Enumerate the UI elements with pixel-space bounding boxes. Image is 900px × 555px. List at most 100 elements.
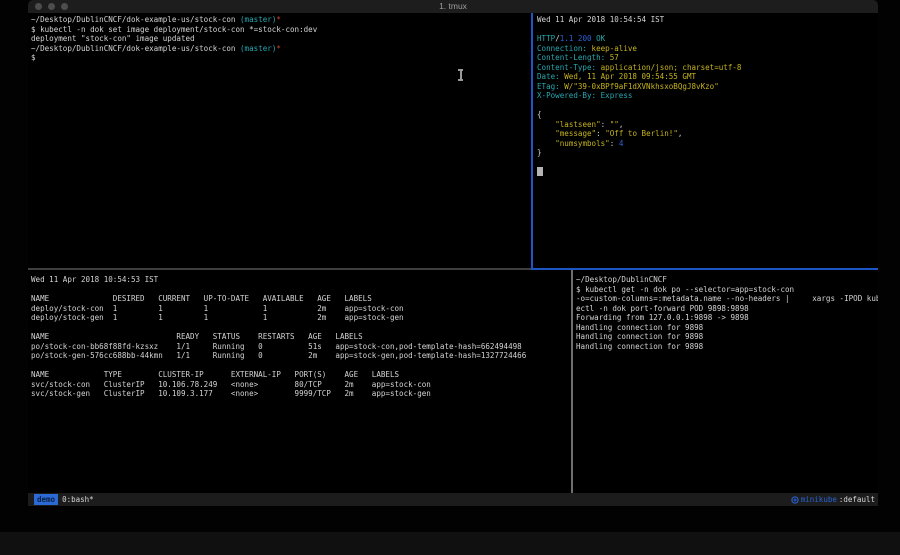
window-title: 1. tmux [28,1,878,11]
terminal-line: Content-Type: application/json; charset=… [537,63,878,73]
status-bar-left: demo 0:bash* [34,493,94,506]
terminal-text-segment: po/stock-gen-576cc688bb-44kmn 1/1 Runnin… [31,351,526,360]
terminal-text-segment: "lastseen" [555,120,600,129]
kube-context-label: minikube [801,493,837,506]
terminal-text-segment: Content-Length: [537,53,605,62]
terminal-line: Wed 11 Apr 2018 10:54:53 IST [31,275,574,285]
terminal-line: "message": "Off to Berlin!", [537,129,878,139]
window-titlebar[interactable]: 1. tmux [28,0,878,14]
terminal-line: Handling connection for 9898 [576,342,878,352]
terminal-line: } [537,148,878,158]
terminal-text-segment: : [596,129,605,138]
terminal-text-segment: "numsymbols" [555,139,610,148]
tmux-status-bar: demo 0:bash* minikube:default [28,493,878,506]
terminal-line: ~/Desktop/DublinCNCF/dok-example-us/stoc… [31,15,534,25]
terminal-text-segment: "" [610,120,619,129]
terminal-line [537,25,878,35]
terminal-line: Connection: keep-alive [537,44,878,54]
terminal-text-segment: * [276,15,281,24]
pane-kubectl-get-tables[interactable]: Wed 11 Apr 2018 10:54:53 IST NAME DESIRE… [28,270,574,498]
terminal-text-segment: ectl -n dok port-forward POD 9898:9898 [576,304,749,313]
terminal-line: $ kubectl -n dok set image deployment/st… [31,25,534,35]
terminal-text-segment: po/stock-con-bb68f88fd-kzsxz 1/1 Running… [31,342,522,351]
terminal-line: Wed 11 Apr 2018 10:54:54 IST [537,15,878,25]
terminal-text-segment [537,120,555,129]
terminal-text-segment: 4 [619,139,624,148]
pane-shell-kubectl-set-image[interactable]: ~/Desktop/DublinCNCF/dok-example-us/stoc… [28,13,534,270]
terminal-text-segment [537,139,555,148]
window-list-item[interactable]: 0:bash* [62,493,94,506]
terminal-text-segment: } [537,148,542,157]
session-name-badge[interactable]: demo [34,494,58,505]
terminal-line: { [537,110,878,120]
desktop-dock-area [0,532,900,555]
terminal-text-segment: ~/Desktop/DublinCNCF [576,275,667,284]
terminal-text-segment: $ [31,53,36,62]
terminal-text-segment: svc/stock-con ClusterIP 10.106.78.249 <n… [31,380,431,389]
terminal-line: deployment "stock-con" image updated [31,34,534,44]
terminal-line [537,167,878,177]
terminal-line: Content-Length: 57 [537,53,878,63]
terminal-line [31,323,574,333]
terminal-text-segment: , [619,120,624,129]
terminal-text-segment: $ kubectl get -n dok po --selector=app=s… [576,285,794,294]
terminal-line: deploy/stock-gen 1 1 1 1 2m app=stock-ge… [31,313,574,323]
terminal-line: "lastseen": "", [537,120,878,130]
terminal-text-segment: Handling connection for 9898 [576,323,703,332]
terminal-line: X-Powered-By: Express [537,91,878,101]
kubernetes-wheel-icon [791,496,799,504]
terminal-text-segment: Forwarding from 127.0.0.1:9898 -> 9898 [576,313,749,322]
terminal-line [31,285,574,295]
terminal-line [537,101,878,111]
terminal-line: ETag: W/"39-0xBPf9aF1dXVNkhsxoBQgJ8vKzo" [537,82,878,92]
terminal-line: ~/Desktop/DublinCNCF/dok-example-us/stoc… [31,44,534,54]
terminal-text-segment: NAME READY STATUS RESTARTS AGE LABELS [31,332,363,341]
terminal-text-segment: svc/stock-gen ClusterIP 10.109.3.177 <no… [31,389,431,398]
terminal-line: $ [31,53,534,63]
terminal-text-segment: application/json; charset=utf-8 [596,63,741,72]
terminal-text-segment: 57 [605,53,619,62]
terminal-text-segment: "message" [555,129,596,138]
terminal-text-segment: (master) [240,15,276,24]
terminal-text-segment: deploy/stock-con 1 1 1 1 2m app=stock-co… [31,304,404,313]
terminal-line: "numsymbols": 4 [537,139,878,149]
terminal-text-segment: NAME TYPE CLUSTER-IP EXTERNAL-IP PORT(S)… [31,370,399,379]
terminal-line: Date: Wed, 11 Apr 2018 09:54:55 GMT [537,72,878,82]
block-text-cursor [537,167,543,176]
kube-namespace-label: :default [839,493,875,506]
terminal-window: 1. tmux ~/Desktop/DublinCNCF/dok-example… [28,0,878,507]
terminal-line: Handling connection for 9898 [576,323,878,333]
terminal-text-segment: Handling connection for 9898 [576,332,703,341]
status-bar-right: minikube:default [791,493,875,506]
terminal-line [537,158,878,168]
terminal-text-segment: * [276,44,281,53]
terminal-text-segment: X-Powered-By: [537,91,596,100]
terminal-text-segment: "Off to Berlin!" [605,129,678,138]
terminal-text-segment [537,129,555,138]
terminal-text-segment: Date: [537,72,560,81]
terminal-line: HTTP/1.1 200 OK [537,34,878,44]
pane-port-forward-log[interactable]: ~/Desktop/DublinCNCF$ kubectl get -n dok… [573,270,878,498]
terminal-text-segment: deployment "stock-con" image updated [31,34,195,43]
terminal-text-segment: NAME DESIRED CURRENT UP-TO-DATE AVAILABL… [31,294,372,303]
desktop-background: 1. tmux ~/Desktop/DublinCNCF/dok-example… [0,0,900,555]
terminal-line: NAME READY STATUS RESTARTS AGE LABELS [31,332,574,342]
terminal-text-segment: : [610,139,619,148]
mouse-ibeam-cursor [458,69,463,81]
terminal-text-segment: Wed, 11 Apr 2018 09:54:55 GMT [560,72,696,81]
terminal-text-segment: $ kubectl -n dok set image deployment/st… [31,25,317,34]
terminal-text-segment: ~/Desktop/DublinCNCF/dok-example-us/stoc… [31,44,240,53]
terminal-line: svc/stock-gen ClusterIP 10.109.3.177 <no… [31,389,574,399]
terminal-text-segment: ~/Desktop/DublinCNCF/dok-example-us/stoc… [31,15,240,24]
terminal-text-segment: HTTP [537,34,555,43]
terminal-line: svc/stock-con ClusterIP 10.106.78.249 <n… [31,380,574,390]
terminal-line: ~/Desktop/DublinCNCF [576,275,878,285]
terminal-text-segment: Content-Type: [537,63,596,72]
terminal-text-segment: Connection: [537,44,587,53]
terminal-line: deploy/stock-con 1 1 1 1 2m app=stock-co… [31,304,574,314]
terminal-line: NAME TYPE CLUSTER-IP EXTERNAL-IP PORT(S)… [31,370,574,380]
terminal-text-segment: , [678,129,683,138]
terminal-text-segment: : [601,120,610,129]
terminal-text-segment: -o=custom-columns=:metadata.name --no-he… [576,294,878,303]
pane-http-response[interactable]: Wed 11 Apr 2018 10:54:54 IST HTTP/1.1 20… [533,13,878,270]
